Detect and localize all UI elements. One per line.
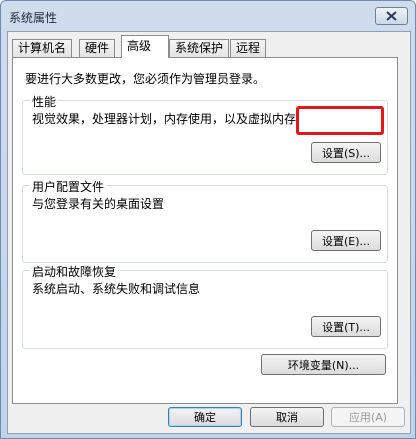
startup-recovery-settings-button[interactable]: 设置(T)... xyxy=(311,316,381,337)
performance-settings-button[interactable]: 设置(S)... xyxy=(311,142,381,163)
startup-recovery-title: 启动和故障恢复 xyxy=(30,263,119,280)
performance-title: 性能 xyxy=(30,93,59,110)
environment-variables-button[interactable]: 环境变量(N)... xyxy=(261,354,386,375)
tab-system-protection[interactable]: 系统保护 xyxy=(169,39,230,57)
tab-computer-name[interactable]: 计算机名 xyxy=(12,39,73,57)
apply-button[interactable]: 应用(A) xyxy=(331,407,405,427)
user-profiles-settings-button[interactable]: 设置(E)... xyxy=(311,230,381,251)
user-profiles-group: 用户配置文件 与您登录有关的桌面设置 设置(E)... xyxy=(22,178,388,263)
performance-settings-highlight xyxy=(296,106,384,135)
title-bar: 系统属性 xyxy=(1,1,415,31)
ok-button[interactable]: 确定 xyxy=(168,407,242,427)
performance-desc: 视觉效果，处理器计划，内存使用，以及虚拟内存 xyxy=(32,112,297,126)
close-button[interactable] xyxy=(375,7,408,25)
tab-hardware[interactable]: 硬件 xyxy=(79,39,116,57)
system-properties-window: 系统属性 计算机名 硬件 高级 系统保护 远程 要进行大多数更改，您必须作为管理… xyxy=(0,0,416,439)
window-title: 系统属性 xyxy=(9,11,58,25)
tab-advanced[interactable]: 高级 xyxy=(121,35,169,58)
startup-recovery-group: 启动和故障恢复 系统启动、系统失败和调试信息 设置(T)... xyxy=(22,263,388,349)
close-icon xyxy=(386,11,397,21)
startup-recovery-desc: 系统启动、系统失败和调试信息 xyxy=(32,282,201,296)
user-profiles-title: 用户配置文件 xyxy=(30,178,107,195)
user-profiles-desc: 与您登录有关的桌面设置 xyxy=(32,197,165,211)
admin-notice: 要进行大多数更改，您必须作为管理员登录。 xyxy=(25,72,266,86)
tab-remote[interactable]: 远程 xyxy=(230,39,267,57)
dialog-client-area: 计算机名 硬件 高级 系统保护 远程 要进行大多数更改，您必须作为管理员登录。 … xyxy=(7,31,411,434)
cancel-button[interactable]: 取消 xyxy=(250,407,324,427)
